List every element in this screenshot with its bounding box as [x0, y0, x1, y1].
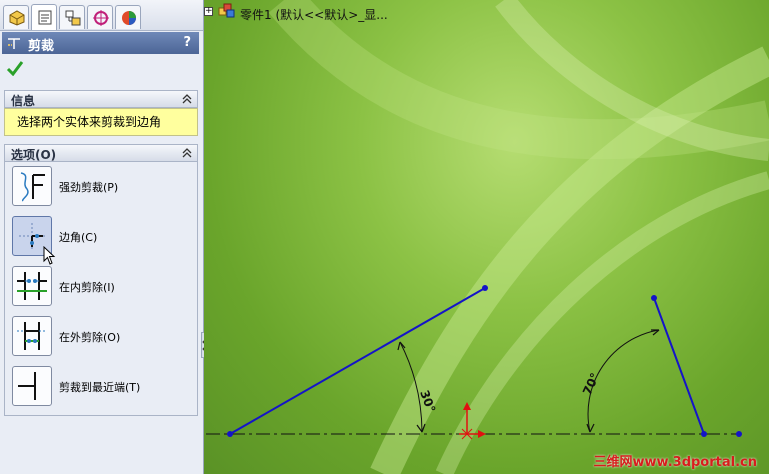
- dimxpert-icon: [93, 10, 109, 26]
- sketch-endpoint: [701, 431, 707, 437]
- sketch-endpoint: [482, 285, 488, 291]
- info-message-box: 选择两个实体来剪裁到边角: [4, 108, 198, 136]
- info-group-title: 信息: [11, 94, 36, 108]
- property-manager-icon: [38, 10, 52, 25]
- trim-outside-label: 在外剪除(O): [59, 331, 121, 344]
- ok-button[interactable]: [6, 60, 24, 79]
- info-message: 选择两个实体来剪裁到边角: [17, 115, 162, 129]
- power-trim-label: 强劲剪裁(P): [59, 181, 119, 194]
- trim-inside-icon: [17, 272, 47, 300]
- mouse-cursor-icon: [43, 246, 56, 265]
- collapse-chevron-icon[interactable]: [181, 93, 193, 108]
- tab-display-manager[interactable]: [115, 5, 141, 29]
- trim-inside-button[interactable]: [12, 266, 52, 306]
- panel-title: 剪裁: [28, 39, 55, 54]
- sketch-line-left: [229, 287, 486, 435]
- tab-dimxpert-manager[interactable]: [87, 5, 113, 29]
- sketch-line-right: [653, 297, 705, 435]
- power-trim-button[interactable]: [12, 166, 52, 206]
- options-group: 强劲剪裁(P) 边角(C) 在内剪除(I) 在外剪除(O) 剪裁到最近端(T): [4, 162, 198, 416]
- trim-outside-button[interactable]: [12, 316, 52, 356]
- help-button[interactable]: ?: [183, 35, 191, 50]
- checkmark-icon: [6, 61, 24, 77]
- trim-inside-label: 在内剪除(I): [59, 281, 115, 294]
- panel-title-bar: 剪裁 ?: [2, 32, 199, 54]
- trim-to-closest-label: 剪裁到最近端(T): [59, 381, 141, 394]
- corner-trim-label: 边角(C): [59, 231, 98, 244]
- feature-manager-icon: [9, 10, 25, 26]
- power-trim-icon: [20, 172, 45, 202]
- trim-tool-icon: [6, 35, 22, 55]
- tab-configuration-manager[interactable]: [59, 5, 85, 29]
- sketch-endpoint: [736, 431, 742, 437]
- options-group-header[interactable]: 选项(O): [4, 144, 198, 162]
- info-group-header[interactable]: 信息: [4, 90, 198, 108]
- trim-outside-icon: [17, 322, 47, 350]
- tab-property-manager[interactable]: [31, 4, 57, 30]
- angle-dimension-right: 70°: [580, 371, 602, 397]
- panel-tab-bar: [0, 0, 203, 31]
- property-manager-panel: 剪裁 ? 信息 选择两个实体来剪裁到边角 选项(O) 强劲剪裁(P) 边角(C)…: [0, 0, 204, 474]
- tab-feature-manager[interactable]: [3, 5, 29, 29]
- trim-to-closest-icon: [18, 372, 36, 400]
- sketch-endpoint: [227, 431, 233, 437]
- sketch-endpoint: [651, 295, 657, 301]
- options-group-title: 选项(O): [11, 148, 57, 162]
- origin-marker: [459, 402, 486, 440]
- configuration-manager-icon: [65, 10, 81, 26]
- sketch-canvas: 30° 70°: [206, 285, 742, 440]
- display-manager-icon: [122, 11, 136, 25]
- angle-arc-left: [399, 341, 423, 433]
- watermark: 三维网www.3dportal.cn: [593, 455, 757, 470]
- graphics-area[interactable]: + 零件1 (默认<<默认>_显... 30° 70° 三维网www.3dpor…: [204, 0, 769, 474]
- trim-to-closest-button[interactable]: [12, 366, 52, 406]
- collapse-chevron-icon[interactable]: [181, 147, 193, 162]
